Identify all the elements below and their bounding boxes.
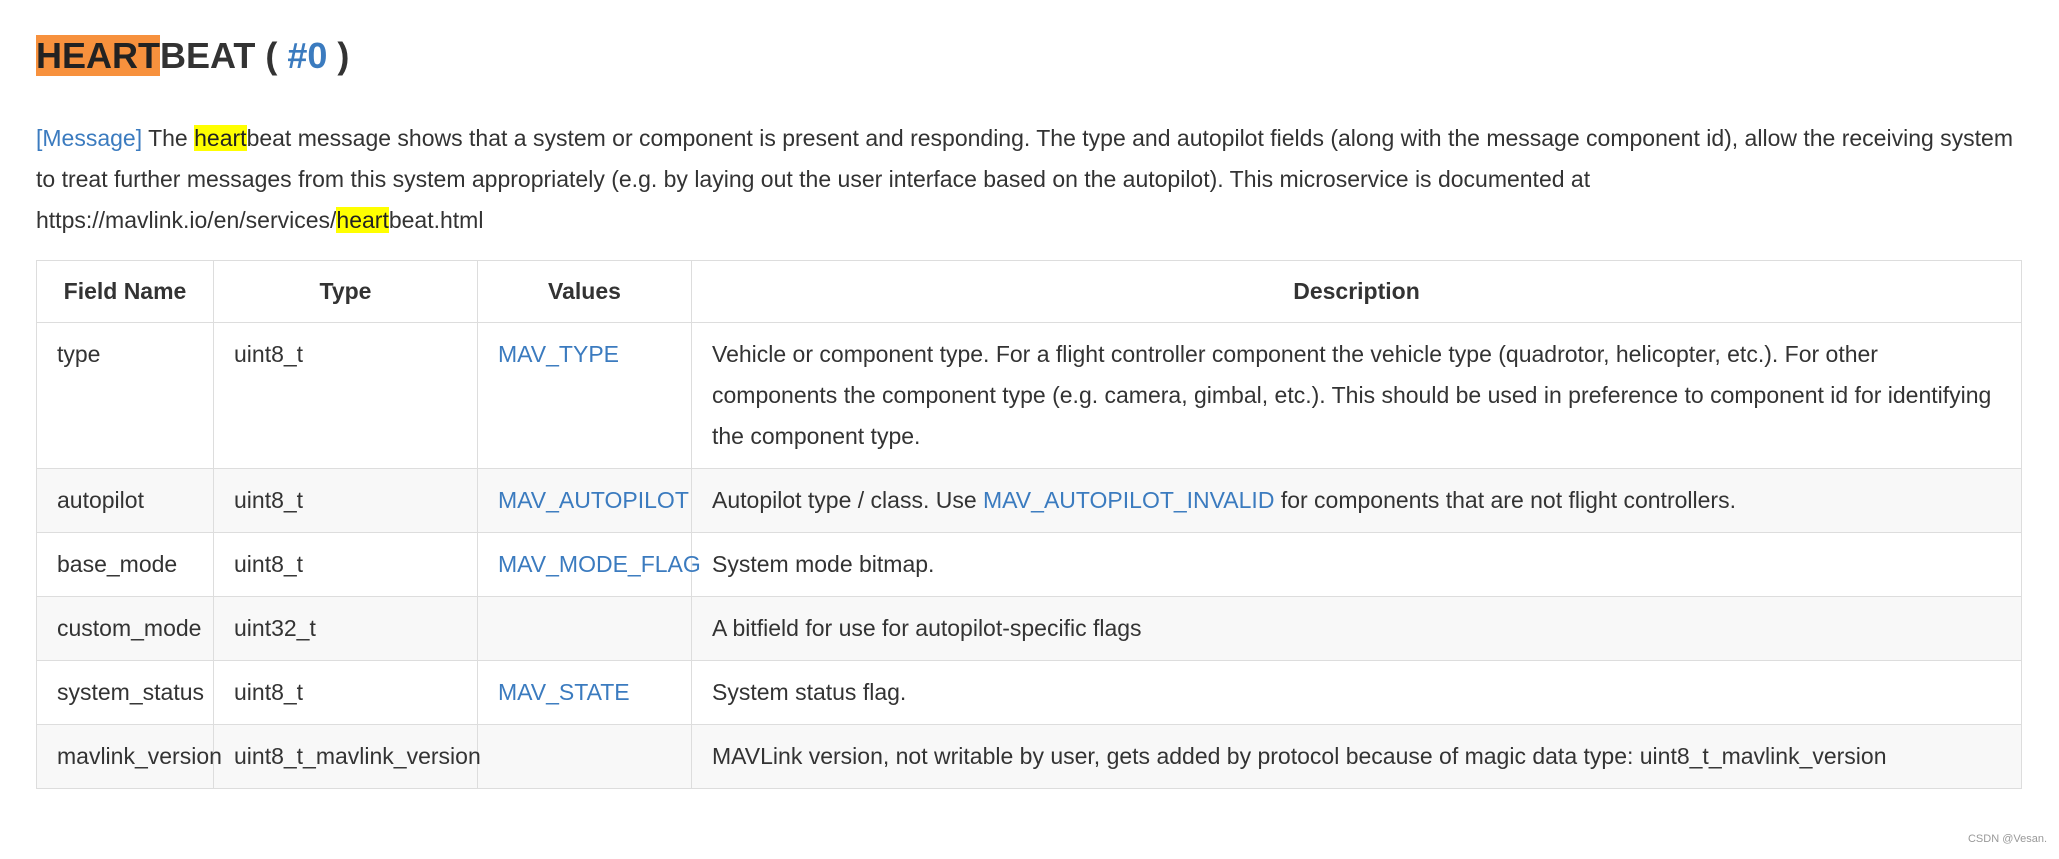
table-row: custom_mode uint32_t A bitfield for use … [36, 596, 2022, 661]
title-open-paren: ( [265, 35, 278, 76]
table-row: mavlink_version uint8_t_mavlink_version … [36, 724, 2022, 789]
field-values-cell [477, 596, 692, 661]
enum-value-link-autopilot-invalid[interactable]: MAV_AUTOPILOT_INVALID [983, 487, 1274, 513]
page-title: HEARTBEAT ( #0 ) [36, 34, 349, 78]
desc-part3: beat.html [388, 207, 484, 233]
title-rest: BEAT [160, 35, 256, 76]
field-values-cell [477, 724, 692, 789]
table-row: autopilot uint8_t MAV_AUTOPILOT Autopilo… [36, 468, 2022, 533]
field-name-cell: mavlink_version [36, 724, 222, 789]
message-id-link[interactable]: #0 [287, 35, 327, 76]
field-name-cell: type [36, 322, 214, 469]
header-values: Values [477, 260, 692, 323]
watermark: CSDN @Vesan. [1967, 833, 2047, 845]
field-type-cell: uint8_t [213, 660, 478, 725]
field-description-cell: System mode bitmap. [691, 532, 2022, 597]
field-description-cell: Vehicle or component type. For a flight … [691, 322, 2022, 469]
field-description-cell: MAVLink version, not writable by user, g… [691, 724, 2022, 789]
table-header-row: Field Name Type Values Description [36, 260, 2022, 323]
desc-search-highlight-2: heart [336, 207, 389, 233]
fields-table: Field Name Type Values Description type … [36, 260, 2022, 789]
field-type-cell: uint8_t [213, 322, 478, 469]
field-values-cell: MAV_TYPE [477, 322, 692, 469]
field-name-cell: system_status [36, 660, 214, 725]
field-values-cell: MAV_MODE_FLAG [477, 532, 701, 597]
desc-text-pre: Autopilot type / class. Use [712, 487, 977, 513]
field-name-cell: autopilot [36, 468, 214, 533]
desc-part2: beat message shows that a system or comp… [36, 125, 2014, 233]
table-row: system_status uint8_t MAV_STATE System s… [36, 660, 2022, 725]
enum-link-mav-type[interactable]: MAV_TYPE [498, 341, 619, 367]
title-close-paren: ) [337, 35, 350, 76]
field-description-cell: Autopilot type / class. Use MAV_AUTOPILO… [691, 468, 2022, 533]
field-name-cell: base_mode [36, 532, 214, 597]
field-values-cell: MAV_STATE [477, 660, 692, 725]
message-description: [Message] The heartbeat message shows th… [36, 118, 2022, 241]
field-description-cell: System status flag. [691, 660, 2022, 725]
desc-search-highlight-1: heart [194, 125, 247, 151]
title-search-highlight: HEART [36, 35, 160, 76]
desc-text-post: for components that are not flight contr… [1280, 487, 1736, 513]
enum-link-mav-state[interactable]: MAV_STATE [498, 679, 630, 705]
header-description: Description [691, 260, 2022, 323]
enum-link-mav-mode-flag[interactable]: MAV_MODE_FLAG [498, 551, 701, 577]
field-type-cell: uint8_t [213, 532, 478, 597]
header-type: Type [213, 260, 478, 323]
table-row: base_mode uint8_t MAV_MODE_FLAG System m… [36, 532, 2022, 597]
field-type-cell: uint8_t_mavlink_version [213, 724, 481, 789]
message-tag-link[interactable]: [Message] [36, 125, 142, 151]
enum-link-mav-autopilot[interactable]: MAV_AUTOPILOT [498, 487, 689, 513]
header-field-name: Field Name [36, 260, 214, 323]
field-type-cell: uint32_t [213, 596, 478, 661]
field-values-cell: MAV_AUTOPILOT [477, 468, 692, 533]
field-name-cell: custom_mode [36, 596, 214, 661]
table-row: type uint8_t MAV_TYPE Vehicle or compone… [36, 322, 2022, 469]
desc-part1: The [148, 125, 188, 151]
field-description-cell: A bitfield for use for autopilot-specifi… [691, 596, 2022, 661]
field-type-cell: uint8_t [213, 468, 478, 533]
